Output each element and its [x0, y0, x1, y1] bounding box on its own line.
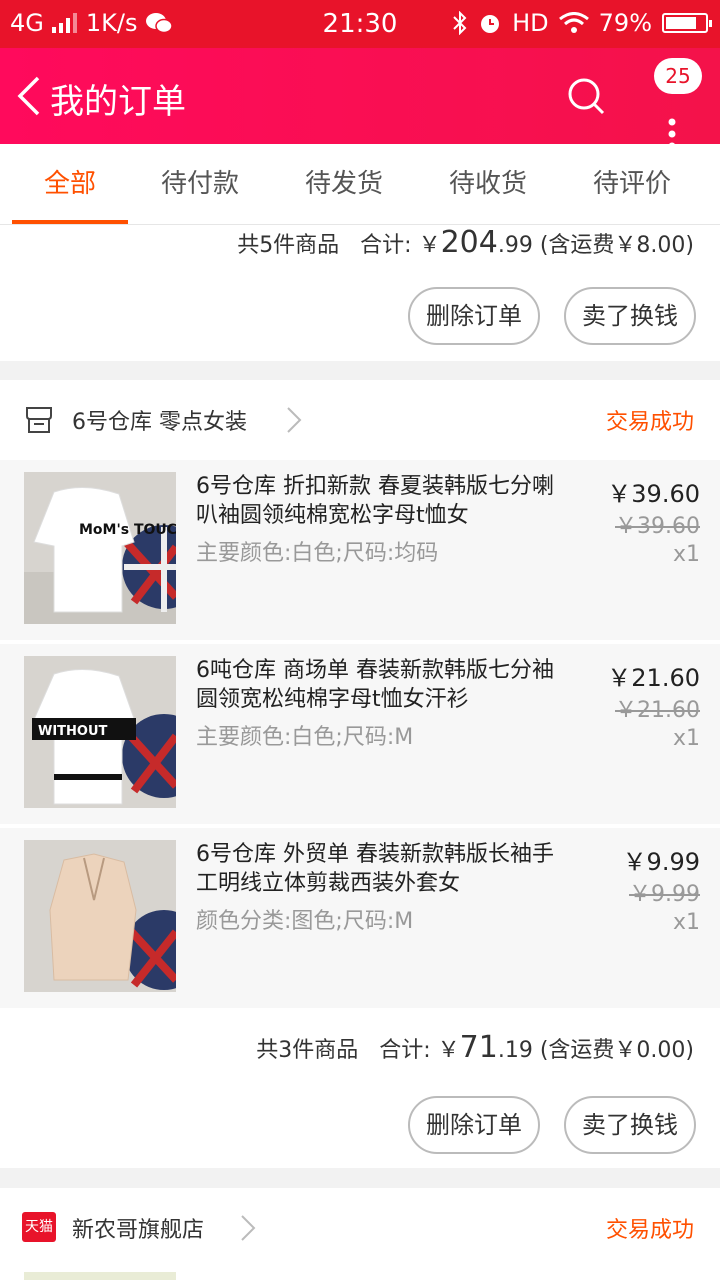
- delete-order-button[interactable]: 删除订单: [408, 1096, 540, 1154]
- store-name: 新农哥旗舰店: [72, 1218, 205, 1243]
- order-item[interactable]: MoM's TOUCH 6号仓库 折扣新款 春夏装韩版七分喇叭袖圆领纯棉宽松字母…: [0, 460, 720, 640]
- product-price: ￥9.99: [622, 848, 700, 876]
- order-summary: 共3件商品 合计: ￥71.19 (含运费￥0.00): [256, 1030, 694, 1065]
- total-amount: 71: [459, 1030, 498, 1065]
- delete-order-button[interactable]: 删除订单: [408, 287, 540, 345]
- product-title: 6号仓库 外贸单 春装新款韩版长袖手工明线立体剪裁西装外套女: [196, 842, 554, 896]
- search-icon[interactable]: [566, 76, 606, 116]
- svg-text:MoM's TOUCH: MoM's TOUCH: [79, 522, 176, 538]
- status-bar: 4G 1K/s 21:30 HD 79%: [0, 0, 720, 48]
- shipping-fee: (含运费￥8.00): [539, 233, 694, 258]
- product-spec: 颜色分类:图色;尺码:M: [196, 909, 414, 934]
- tab-pending-review[interactable]: 待评价: [574, 144, 690, 224]
- sell-item-button[interactable]: 卖了换钱: [564, 287, 696, 345]
- nav-bar: 我的订单 25: [0, 48, 720, 150]
- bluetooth-icon: [453, 11, 467, 35]
- svg-text:WITHOUT: WITHOUT: [38, 724, 108, 739]
- product-quantity: x1: [672, 910, 700, 935]
- tab-pending-shipment[interactable]: 待发货: [286, 144, 402, 224]
- order-item[interactable]: 6号仓库 外贸单 春装新款韩版长袖手工明线立体剪裁西装外套女 颜色分类:图色;尺…: [0, 828, 720, 1008]
- item-count: 共5件商品: [237, 233, 340, 258]
- order-card: 6号仓库 零点女装 交易成功 MoM's TOUCH 6号仓库 折扣新款 春夏装…: [0, 380, 720, 1168]
- item-count: 共3件商品: [256, 1038, 359, 1063]
- product-image: [24, 840, 176, 992]
- product-price: ￥21.60: [607, 664, 700, 692]
- total-cents: .99: [497, 233, 533, 258]
- notification-badge: 25: [654, 58, 702, 94]
- tab-pending-receipt[interactable]: 待收货: [430, 144, 546, 224]
- product-spec: 主要颜色:白色;尺码:均码: [196, 541, 439, 566]
- order-summary: 共5件商品 合计: ￥204.99 (含运费￥8.00): [237, 225, 694, 260]
- tab-pending-payment[interactable]: 待付款: [142, 144, 258, 224]
- product-quantity: x1: [672, 542, 700, 567]
- original-price: ￥39.60: [615, 514, 700, 539]
- order-card: 天猫 新农哥旗舰店 交易成功: [0, 1188, 720, 1280]
- tmall-icon: 天猫: [22, 1212, 56, 1242]
- order-tabs: 全部 待付款 待发货 待收货 待评价: [0, 144, 720, 225]
- tab-all[interactable]: 全部: [12, 144, 128, 224]
- chevron-right-icon: [287, 407, 302, 433]
- total-label: 合计: ￥: [360, 233, 441, 258]
- total-amount: 204: [440, 225, 498, 260]
- battery-icon: [662, 13, 712, 33]
- product-quantity: x1: [672, 726, 700, 751]
- tab-active-indicator: [12, 220, 128, 224]
- product-title: 6号仓库 折扣新款 春夏装韩版七分喇叭袖圆领纯棉宽松字母t恤女: [196, 474, 554, 528]
- order-status: 交易成功: [605, 1218, 694, 1243]
- product-image: WITHOUT: [24, 656, 176, 808]
- shop-icon: [26, 407, 52, 433]
- page-title: 我的订单: [50, 82, 186, 122]
- product-image: MoM's TOUCH: [24, 472, 176, 624]
- product-title: 6吨仓库 商场单 春装新款韩版七分袖圆领宽松纯棉字母t恤女汗衫: [196, 658, 554, 712]
- original-price: ￥21.60: [615, 698, 700, 723]
- total-label: 合计: ￥: [379, 1038, 460, 1063]
- order-status: 交易成功: [605, 410, 694, 435]
- battery-percent: 79%: [598, 9, 652, 37]
- alarm-icon: [481, 15, 500, 33]
- wifi-icon: [558, 12, 589, 33]
- original-price: ￥9.99: [629, 882, 700, 907]
- hd-indicator: HD: [512, 9, 549, 37]
- order-card: 共5件商品 合计: ￥204.99 (含运费￥8.00) 删除订单 卖了换钱: [0, 225, 720, 361]
- store-header[interactable]: 6号仓库 零点女装 交易成功: [0, 380, 720, 460]
- back-arrow-icon[interactable]: [14, 76, 50, 116]
- total-cents: .19: [497, 1038, 533, 1063]
- product-spec: 主要颜色:白色;尺码:M: [196, 725, 414, 750]
- store-header[interactable]: 天猫 新农哥旗舰店 交易成功: [0, 1188, 720, 1268]
- sell-item-button[interactable]: 卖了换钱: [564, 1096, 696, 1154]
- product-price: ￥39.60: [607, 480, 700, 508]
- shipping-fee: (含运费￥0.00): [539, 1038, 694, 1063]
- product-image: [24, 1272, 176, 1280]
- store-name: 6号仓库 零点女装: [72, 410, 247, 435]
- chevron-right-icon: [241, 1215, 256, 1241]
- order-item[interactable]: WITHOUT 6吨仓库 商场单 春装新款韩版七分袖圆领宽松纯棉字母t恤女汗衫 …: [0, 644, 720, 824]
